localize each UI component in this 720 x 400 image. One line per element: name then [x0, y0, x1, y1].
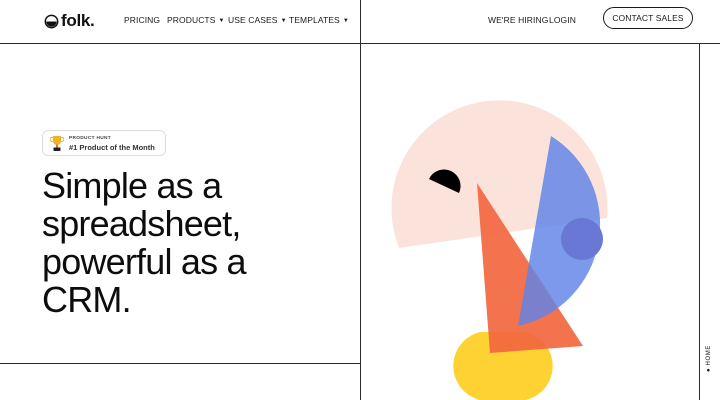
nav-hiring-label: WE'RE HIRING	[488, 15, 549, 25]
badge-title: #1 Product of the Month	[69, 143, 155, 152]
caret-down-icon: ▼	[218, 18, 225, 24]
folk-logo-icon	[44, 14, 59, 28]
nav-use-cases[interactable]: USE CASES ▼	[228, 15, 287, 25]
nav-use-cases-label: USE CASES	[228, 15, 278, 25]
hero-headline: Simple as a spreadsheet, powerful as a C…	[42, 167, 342, 319]
nav-pricing[interactable]: PRICING	[124, 15, 160, 25]
headline-line: powerful as a	[42, 241, 247, 282]
headline-line: spreadsheet,	[42, 203, 241, 244]
caret-down-icon: ▼	[280, 18, 287, 24]
caret-down-icon: ▼	[342, 18, 349, 24]
nav-products-label: PRODUCTS	[167, 15, 216, 25]
nav-templates-label: TEMPLATES	[289, 15, 340, 25]
home-label: HOME	[706, 345, 712, 366]
logo-text: folk.	[61, 11, 95, 30]
bottom-left-divider	[0, 363, 360, 364]
logo[interactable]: folk.	[44, 11, 95, 31]
nav-pricing-label: PRICING	[124, 15, 161, 25]
nav-templates[interactable]: TEMPLATES ▼	[289, 15, 349, 25]
contact-sales-label: CONTACT SALES	[612, 13, 684, 23]
nav-products[interactable]: PRODUCTS ▼	[167, 15, 225, 25]
home-tab-label: ● HOME	[706, 345, 712, 372]
blue-inner-circle-shape	[561, 218, 603, 260]
home-side-tab[interactable]: ● HOME	[703, 345, 717, 382]
hero-illustration	[391, 100, 608, 400]
nav-login-label: LOGIN	[549, 15, 576, 25]
badge-caption: PRODUCT HUNT	[69, 136, 111, 141]
product-hunt-badge[interactable]: PRODUCT HUNT #1 Product of the Month	[42, 130, 166, 156]
trophy-icon	[50, 136, 64, 151]
nav-login[interactable]: LOGIN	[549, 15, 576, 25]
nav-hiring[interactable]: WE'RE HIRING	[488, 15, 548, 25]
headline-line: CRM.	[42, 279, 132, 320]
home-dot-icon: ●	[706, 367, 712, 372]
contact-sales-button[interactable]: CONTACT SALES	[603, 7, 693, 29]
headline-line: Simple as a	[42, 165, 222, 206]
